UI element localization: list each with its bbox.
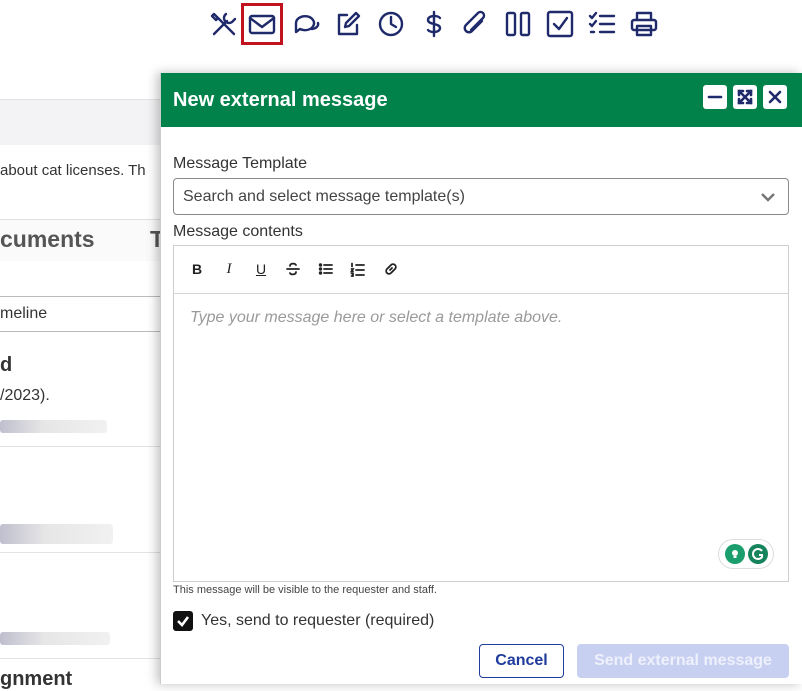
underline-button[interactable]: U xyxy=(250,258,272,280)
close-icon xyxy=(768,90,782,104)
printer-icon[interactable] xyxy=(624,4,664,44)
columns-icon[interactable] xyxy=(498,4,538,44)
divider xyxy=(0,552,165,553)
blurred-text xyxy=(0,632,110,645)
expand-icon xyxy=(737,89,753,105)
timeline-select-value: meline xyxy=(0,305,48,322)
blurred-text xyxy=(0,420,107,433)
bold-button[interactable]: B xyxy=(186,258,208,280)
dialog-header: New external message xyxy=(161,73,802,127)
send-to-requester-checkbox[interactable] xyxy=(173,611,193,631)
expand-button[interactable] xyxy=(733,85,757,109)
tab-documents[interactable]: cuments xyxy=(0,226,95,253)
formatting-toolbar: B I U xyxy=(174,246,788,294)
minimize-button[interactable] xyxy=(703,85,727,109)
message-editor: B I U Type your message here or select a… xyxy=(173,245,789,582)
minimize-icon xyxy=(707,95,723,99)
lightbulb-icon[interactable] xyxy=(724,544,745,564)
send-to-requester-row: Yes, send to requester (required) xyxy=(173,611,434,631)
chevron-down-icon xyxy=(760,189,776,205)
contents-label: Message contents xyxy=(173,223,303,240)
clock-icon[interactable] xyxy=(371,4,411,44)
tools-icon[interactable] xyxy=(204,4,244,44)
strikethrough-button[interactable] xyxy=(282,258,304,280)
paperclip-icon[interactable] xyxy=(455,4,495,44)
action-toolbar xyxy=(204,3,664,45)
numbered-list-icon xyxy=(350,262,365,277)
new-external-message-dialog: New external message Message Template Se… xyxy=(160,73,802,684)
send-external-message-button[interactable]: Send external message xyxy=(577,644,789,678)
close-button[interactable] xyxy=(763,85,787,109)
blurred-text xyxy=(0,524,113,544)
request-description-snippet: about cat licenses. Th xyxy=(0,162,146,179)
link-icon xyxy=(385,263,397,275)
template-select[interactable]: Search and select message template(s) xyxy=(173,178,789,215)
numbered-list-button[interactable] xyxy=(347,258,369,280)
italic-button[interactable]: I xyxy=(218,258,240,280)
bullet-list-icon xyxy=(318,263,333,275)
strikethrough-icon xyxy=(286,262,300,276)
dialog-title: New external message xyxy=(173,88,388,111)
send-to-requester-label[interactable]: Yes, send to requester (required) xyxy=(201,612,434,630)
edit-icon[interactable] xyxy=(328,4,368,44)
page-section-header xyxy=(0,99,180,145)
timeline-item-date: /2023). xyxy=(0,387,50,404)
dollar-icon[interactable] xyxy=(414,4,454,44)
checkmark-icon xyxy=(177,616,190,627)
visibility-note: This message will be visible to the requ… xyxy=(173,584,437,596)
grammarly-icon[interactable] xyxy=(747,544,768,564)
template-select-placeholder: Search and select message template(s) xyxy=(183,187,465,205)
chat-icon[interactable] xyxy=(287,4,327,44)
checklist-icon[interactable] xyxy=(582,4,622,44)
divider xyxy=(0,658,165,659)
template-label: Message Template xyxy=(173,155,307,172)
timeline-item-heading: gnment xyxy=(0,668,73,690)
message-textarea[interactable]: Type your message here or select a templ… xyxy=(174,295,788,581)
link-button[interactable] xyxy=(380,258,402,280)
envelope-icon[interactable] xyxy=(241,3,283,45)
cancel-button[interactable]: Cancel xyxy=(479,644,564,678)
divider xyxy=(0,446,165,447)
grammarly-widget[interactable] xyxy=(718,539,774,569)
bullet-list-button[interactable] xyxy=(315,258,337,280)
timeline-item-heading: d xyxy=(0,354,13,376)
checkbox-icon[interactable] xyxy=(540,4,580,44)
